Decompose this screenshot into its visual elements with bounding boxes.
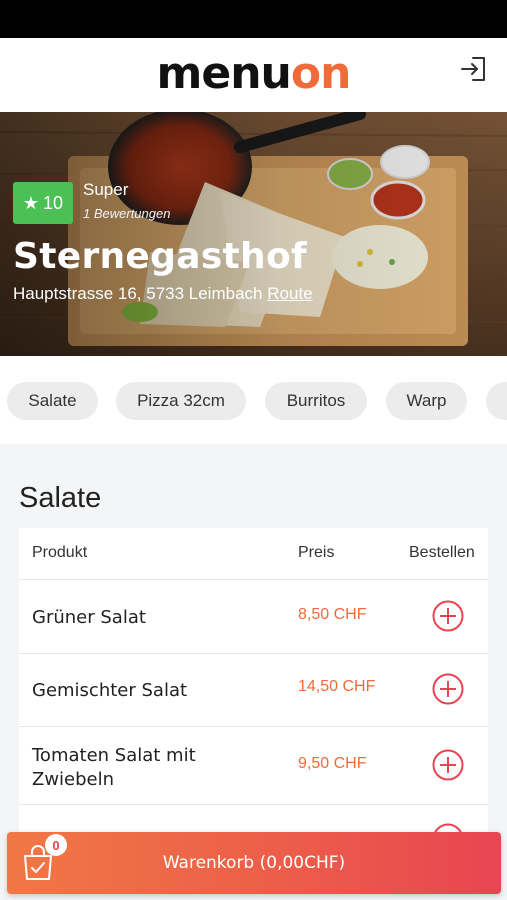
address-text: Hauptstrasse 16, 5733 Leimbach	[13, 284, 263, 303]
table-header: Produkt Preis Bestellen	[19, 528, 488, 580]
product-name: Gemischter Salat	[32, 680, 188, 701]
category-bar: Salate Pizza 32cm Burritos Warp	[0, 356, 507, 444]
product-price: 9,50 CHF	[298, 755, 367, 772]
restaurant-address: Hauptstrasse 16, 5733 Leimbach Route	[13, 284, 313, 304]
hero-overlay	[0, 112, 507, 356]
category-chip-burritos[interactable]: Burritos	[265, 382, 367, 420]
product-price: 8,50 CHF	[298, 606, 367, 623]
logo-text-menu: menu	[156, 48, 292, 99]
rating-label: Super	[83, 180, 129, 199]
top-header: menuon	[0, 38, 507, 112]
route-link[interactable]: Route	[267, 284, 312, 303]
table-row: Tomaten Salat mit Zwiebeln 9,50 CHF	[19, 727, 488, 805]
category-chip-more[interactable]	[486, 382, 507, 420]
column-price: Preis	[298, 544, 335, 561]
menuon-logo[interactable]: menuon	[0, 50, 507, 98]
category-chip-pizza[interactable]: Pizza 32cm	[116, 382, 246, 420]
category-chip-salate[interactable]: Salate	[7, 382, 98, 420]
plus-circle-icon[interactable]	[432, 749, 464, 781]
category-chip-warp[interactable]: Warp	[386, 382, 467, 420]
login-icon[interactable]	[459, 54, 489, 84]
table-row: Grüner Salat 8,50 CHF	[19, 580, 488, 654]
plus-circle-icon[interactable]	[432, 600, 464, 632]
restaurant-hero: ★ 10 Super 1 Bewertungen Sternegasthof H…	[0, 112, 507, 356]
logo-text-on: on	[290, 48, 352, 99]
rating-count: 1 Bewertungen	[83, 206, 171, 221]
status-bar	[0, 0, 507, 38]
column-order: Bestellen	[409, 544, 475, 561]
section-title: Salate	[19, 482, 102, 514]
app-screen: menuon ★ 10 Super 1 Bewertungen Sternega…	[0, 38, 507, 900]
product-name: Grüner Salat	[32, 607, 146, 628]
table-row: Gemischter Salat 14,50 CHF	[19, 654, 488, 727]
cart-label: Warenkorb (0,00CHF)	[162, 853, 346, 873]
cart-count-badge: 0	[45, 834, 67, 856]
cart-button[interactable]: Warenkorb (0,00CHF) 0	[7, 832, 501, 894]
plus-circle-icon[interactable]	[432, 673, 464, 705]
product-name: Tomaten Salat mit Zwiebeln	[32, 745, 196, 790]
star-icon: ★	[22, 192, 40, 213]
product-price: 14,50 CHF	[298, 678, 376, 695]
rating-badge: ★ 10	[13, 182, 73, 224]
restaurant-name: Sternegasthof	[13, 236, 307, 277]
rating-value: 10	[43, 192, 64, 213]
column-product: Produkt	[32, 544, 88, 561]
menu-table: Produkt Preis Bestellen Grüner Salat 8,5…	[19, 528, 488, 865]
